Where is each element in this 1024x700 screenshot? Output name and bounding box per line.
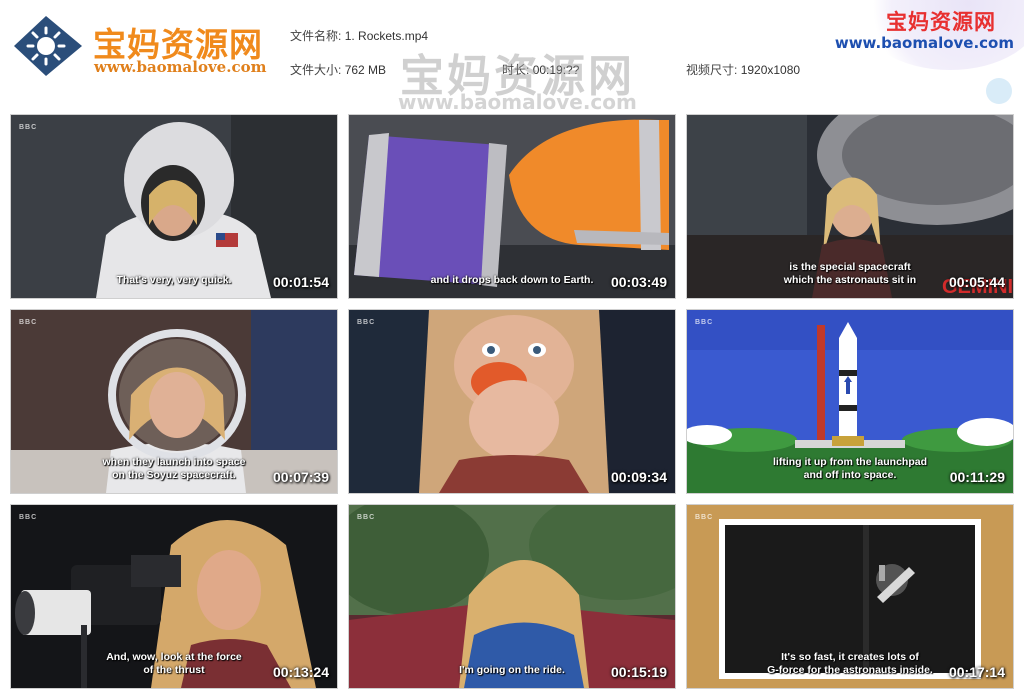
file-size-label: 文件大小: xyxy=(290,63,342,77)
file-size-row: 文件大小: 762 MB xyxy=(290,61,386,78)
thumbnail-1[interactable]: BBC That's very, very quick. 00:01:54 xyxy=(11,115,337,298)
thumbnail-7[interactable]: BBC And, wow, look at the force of the t… xyxy=(11,505,337,688)
paper-rockets-scene xyxy=(349,115,675,298)
channel-bug: BBC xyxy=(19,319,38,326)
balloon-scene xyxy=(349,310,675,493)
file-name-label: 文件名称: xyxy=(290,29,342,43)
subtitle-line: is the special spacecraft xyxy=(789,261,911,273)
resolution-value: 1920x1080 xyxy=(740,63,801,77)
timestamp: 00:15:19 xyxy=(610,664,667,680)
astronaut-cutout-scene xyxy=(11,115,337,298)
corner-brand-name: 宝妈资源网 xyxy=(886,10,996,34)
subtitle-line: It's so fast, it creates lots of xyxy=(781,651,919,663)
timestamp: 00:11:29 xyxy=(949,469,1005,485)
thumbnail-4[interactable]: BBC when they launch into space on the S… xyxy=(11,310,337,493)
corner-brand-url: www.baomalove.com xyxy=(834,34,1014,52)
subtitle-line: when they launch into space xyxy=(102,456,246,468)
header: 宝妈资源网 www.baomalove.com 文件名称: 1. Rockets… xyxy=(0,0,1024,114)
channel-bug: BBC xyxy=(19,124,38,131)
resolution-label: 视频尺寸: xyxy=(686,63,738,77)
brand-url: www.baomalove.com xyxy=(94,58,267,76)
file-size-value: 762 MB xyxy=(344,63,387,77)
ride-scene xyxy=(349,505,675,688)
decorative-dot xyxy=(986,78,1012,104)
resolution-row: 视频尺寸: 1920x1080 xyxy=(686,61,800,78)
subtitle-line: lifting it up from the launchpad xyxy=(773,456,927,468)
channel-bug: BBC xyxy=(695,319,714,326)
timestamp: 00:05:44 xyxy=(948,274,1005,290)
watermark-url: www.baomalove.com xyxy=(398,90,637,114)
thumbnail-5[interactable]: BBC 00:09:34 xyxy=(349,310,675,493)
sun-logo-icon xyxy=(14,16,82,76)
timestamp: 00:01:54 xyxy=(272,274,329,290)
thumbnail-6[interactable]: BBC lifting it up from the launchpad and… xyxy=(687,310,1013,493)
thumbnail-3[interactable]: GEMINI is the special spacecraft which t… xyxy=(687,115,1013,298)
channel-bug: BBC xyxy=(19,514,38,521)
timestamp: 00:13:24 xyxy=(272,664,329,680)
thumbnail-9[interactable]: BBC It's so fast, it creates lots of G-f… xyxy=(687,505,1013,688)
thumbnail-8[interactable]: BBC I'm going on the ride. 00:15:19 xyxy=(349,505,675,688)
channel-bug: BBC xyxy=(695,514,714,521)
timestamp: 00:09:34 xyxy=(610,469,667,485)
timestamp: 00:07:39 xyxy=(272,469,329,485)
channel-bug: BBC xyxy=(357,514,376,521)
channel-bug: BBC xyxy=(357,319,376,326)
thumbnail-2[interactable]: and it drops back down to Earth. 00:03:4… xyxy=(349,115,675,298)
timestamp: 00:03:49 xyxy=(610,274,667,290)
timestamp: 00:17:14 xyxy=(948,664,1005,680)
subtitle-line: And, wow, look at the force xyxy=(106,651,242,663)
